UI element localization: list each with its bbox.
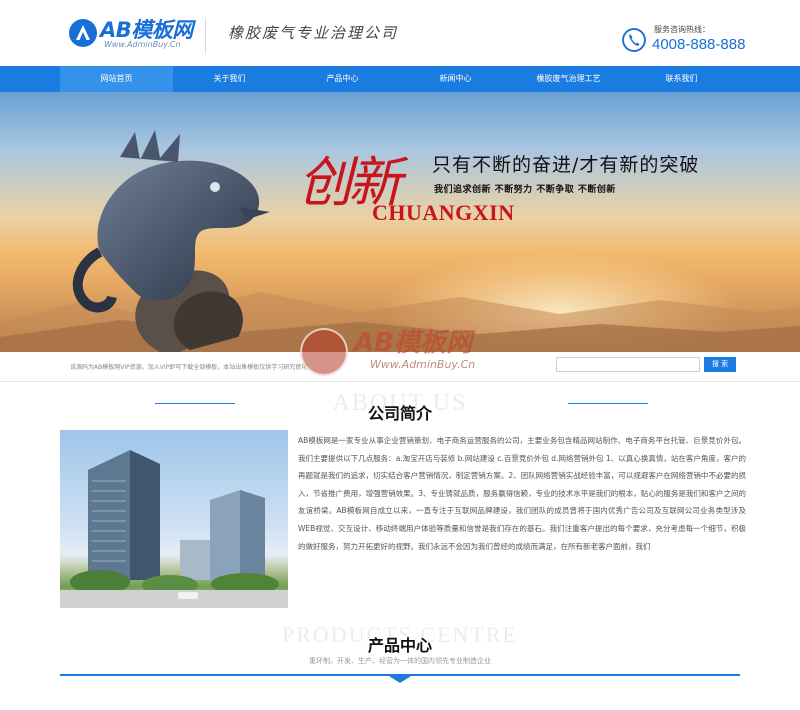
hotline-label: 服务咨询热线： — [654, 25, 710, 34]
nav-item-process[interactable]: 橡胶废气治理工艺 — [512, 66, 625, 92]
dragon-statue-image — [72, 130, 270, 352]
products-section-title: 产品中心 — [367, 636, 432, 655]
hero-banner[interactable]: 创新 只有不断的奋进/才有新的突破 我们追求创新 不断努力 不断争取 不断创新 … — [0, 92, 800, 352]
banner-subline: 我们追求创新 不断努力 不断争取 不断创新 — [434, 185, 616, 195]
products-arrow-icon — [389, 676, 411, 683]
nav-item-about[interactable]: 关于我们 — [173, 66, 286, 92]
nav-item-products[interactable]: 产品中心 — [286, 66, 399, 92]
banner-english-title: CHUANGXIN — [372, 200, 515, 225]
search-input[interactable] — [556, 357, 700, 372]
notice-search-bar: 该源码为AB模板网VIP资源，加入VIP即可下载全部模板，本站出售模板仅供学习研… — [0, 352, 800, 382]
site-header: AB模板网 Www.AdminBuy.Cn 橡胶废气专业治理公司 服务咨询热线：… — [0, 0, 800, 66]
logo-subtext: Www.AdminBuy.Cn — [104, 40, 181, 49]
hotline-number[interactable]: 4008-888-888 — [652, 36, 745, 53]
company-building-image[interactable] — [60, 430, 288, 608]
about-section-title: 公司简介 — [367, 404, 432, 423]
nav-list: 网站首页 关于我们 产品中心 新闻中心 橡胶废气治理工艺 联系我们 — [60, 66, 738, 92]
notice-text[interactable]: 该源码为AB模板网VIP资源，加入VIP即可下载全部模板，本站出售模板仅供学习研… — [70, 362, 307, 371]
nav-item-contact[interactable]: 联系我们 — [625, 66, 738, 92]
search-button[interactable]: 搜 索 — [704, 357, 736, 372]
about-body-text: AB模板网是一家专业从事企业营销策划、电子商务运营服务的公司，主要业务包含精品网… — [298, 436, 746, 551]
nav-item-home[interactable]: 网站首页 — [60, 66, 173, 92]
phone-icon — [622, 28, 646, 52]
building-illustration — [60, 450, 288, 608]
main-nav: 网站首页 关于我们 产品中心 新闻中心 橡胶废气治理工艺 联系我们 — [0, 66, 800, 92]
logo-mark-icon — [69, 19, 97, 47]
header-divider — [205, 18, 206, 54]
company-slogan: 橡胶废气专业治理公司 — [228, 24, 399, 42]
nav-item-news[interactable]: 新闻中心 — [399, 66, 512, 92]
banner-headline: 只有不断的奋进/才有新的突破 — [432, 154, 700, 176]
products-subtitle: 重环制、开发、生产、经营为一体的国内领先专业制造企业 — [309, 657, 491, 665]
site-logo[interactable]: AB模板网 Www.AdminBuy.Cn — [68, 14, 198, 54]
